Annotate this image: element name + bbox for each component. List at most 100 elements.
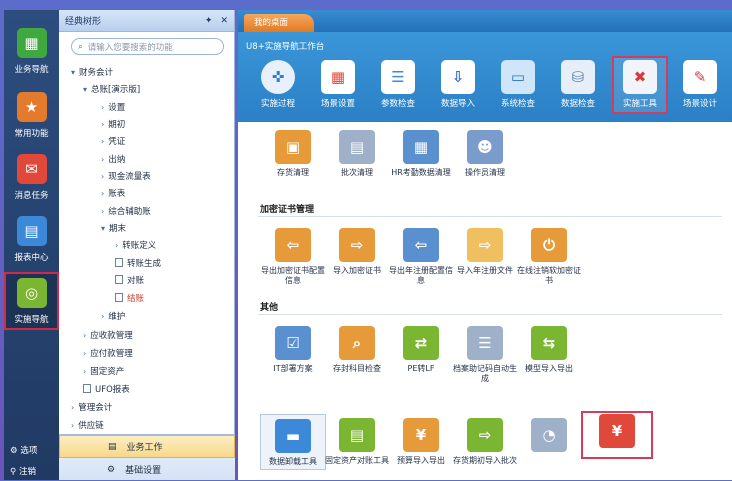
tree-node-fixed-assets[interactable]: › 固定资产 [83, 364, 124, 380]
banner-item-tools[interactable]: ✖ 实施工具 [612, 56, 668, 114]
yen-icon: ¥ [599, 414, 635, 448]
logout-button[interactable]: ⚲ 注销 [10, 465, 36, 477]
design-icon: ✎ [683, 60, 717, 94]
tab-my-desktop[interactable]: 我的桌面 [244, 14, 314, 32]
tree-node-transfer-def[interactable]: › 转账定义 [115, 238, 156, 254]
import-icon: ⇨ [339, 228, 375, 262]
nav-reports[interactable]: ▤ 报表中心 [4, 210, 59, 268]
tool-import-year-reg[interactable]: ⇨ 导入年注册文件 [452, 228, 518, 276]
convert-icon: ⇄ [403, 326, 439, 360]
document-icon: ▤ [339, 130, 375, 164]
tree-node-period-end[interactable]: ▾ 期末 [101, 221, 126, 237]
chart-icon: ◔ [531, 418, 567, 452]
tool-mnemonic[interactable]: ☰ 档案助记码自动生成 [452, 326, 518, 384]
tree-node-ufo[interactable]: UFO报表 [83, 382, 130, 398]
users-icon: ☻ [467, 130, 503, 164]
banner-item-param-check[interactable]: ☰ 参数检查 [370, 56, 426, 114]
checklist-icon: ☑ [275, 326, 311, 360]
options-label: 选项 [20, 446, 38, 456]
compass-icon: ◎ [16, 278, 47, 308]
database-icon: ⛁ [561, 60, 595, 94]
tree-header: 经典树形 ✦ ✕ [59, 10, 234, 32]
tool-budget-io[interactable]: ¥ 预算导入导出 [388, 418, 454, 466]
banner-item-process[interactable]: ✜ 实施过程 [250, 56, 306, 114]
tree-node-gl[interactable]: ▾ 总账[演示版] [83, 82, 140, 98]
tool-chart[interactable]: ◔ [516, 418, 582, 456]
folder-icon: ⇨ [467, 228, 503, 262]
tool-online-revoke[interactable]: ⏻ 在线注销软加密证书 [516, 228, 582, 286]
tool-export-year-reg[interactable]: ⇦ 导出年注册配置信息 [388, 228, 454, 286]
nav-messages[interactable]: ✉ 消息任务 [4, 148, 59, 206]
tree-node-cashflow[interactable]: › 现金流量表 [101, 169, 151, 185]
report-icon: ▤ [16, 216, 47, 246]
tree-node-close[interactable]: 结账 [115, 291, 144, 307]
tool-inventory-cleanup[interactable]: ▣ 存货清理 [260, 130, 326, 178]
business-work-button[interactable]: ▤ 业务工作 [59, 435, 235, 458]
banner-item-scene-settings[interactable]: ▦ 场景设置 [310, 56, 366, 114]
nav-reports-label: 报表中心 [14, 253, 49, 263]
tree-panel: 经典树形 ✦ ✕ ⌕ 请输入您要搜索的功能 ▾ 财务会计 ▾ 总账[演示版] › 设置… [59, 10, 293, 480]
options-button[interactable]: ⚙ 选项 [10, 444, 37, 456]
tool-import-cert[interactable]: ⇨ 导入加密证书 [324, 228, 390, 276]
main-area: 我的桌面 U8+实施导航工作台 ✜ 实施过程 ▦ 场景设置 ☰ 参数检查 ⇩ 数据导入 … [238, 10, 732, 480]
star-icon: ★ [16, 92, 47, 122]
tool-fa-reconcile[interactable]: ▤ 固定资产对账工具 [324, 418, 390, 466]
nav-business[interactable]: ▦ 业务导航 [4, 22, 59, 80]
tree-node-voucher[interactable]: › 凭证 [101, 134, 125, 150]
tree-node-accounts[interactable]: › 账表 [101, 186, 125, 202]
tool-yen-highlight[interactable]: ¥ [581, 411, 653, 459]
power-icon: ⏻ [531, 228, 567, 262]
nav-favorites[interactable]: ★ 常用功能 [4, 86, 59, 144]
tree-footer: ▤ 业务工作 ⚙ 基础设置 [59, 434, 235, 480]
tree-node-ar[interactable]: › 应收款管理 [83, 328, 133, 344]
swap-icon: ⇆ [531, 326, 567, 360]
tree-node-maintain[interactable]: › 维护 [101, 309, 125, 325]
search-input[interactable]: ⌕ 请输入您要搜索的功能 [71, 38, 224, 55]
tool-pe-to-lf[interactable]: ⇄ PE转LF [388, 326, 454, 374]
close-icon[interactable]: ✕ [220, 16, 228, 26]
watermark: 头条 @福上吉涛 [660, 468, 726, 478]
divider [258, 216, 722, 217]
tool-batch-cleanup[interactable]: ▤ 批次清理 [324, 130, 390, 178]
yen-icon: ¥ [403, 418, 439, 452]
section-cert: 加密证书管理 [260, 205, 315, 215]
tool-export-cert[interactable]: ⇦ 导出加密证书配置信息 [260, 228, 326, 286]
banner-item-system-check[interactable]: ▭ 系统检查 [490, 56, 546, 114]
tree-node-settings[interactable]: › 设置 [101, 100, 125, 116]
gear-icon: ⚙ [107, 464, 116, 475]
base-settings-button[interactable]: ⚙ 基础设置 [59, 458, 235, 481]
search-placeholder: 请输入您要搜索的功能 [87, 42, 173, 53]
banner-item-data-check[interactable]: ⛁ 数据检查 [550, 56, 606, 114]
tool-account-check[interactable]: ⌕ 存封科目检查 [324, 326, 390, 374]
left-nav-bar: ▦ 业务导航 ★ 常用功能 ✉ 消息任务 ▤ 报表中心 ◎ 实施导航 ⚙ 选项 … [4, 10, 59, 480]
tree-node-opening[interactable]: › 期初 [101, 117, 125, 133]
nav-business-label: 业务导航 [14, 65, 49, 75]
tree-node-reconcile[interactable]: 对账 [115, 273, 144, 289]
nav-implementation[interactable]: ◎ 实施导航 [4, 272, 59, 330]
export-table-icon: ⇦ [403, 228, 439, 262]
tree-node-ap[interactable]: › 应付款管理 [83, 346, 133, 362]
banner-item-scene-design[interactable]: ✎ 场景设计 [672, 56, 728, 114]
logout-label: 注销 [18, 467, 36, 477]
tree-node-mgmt[interactable]: › 管理会计 [71, 400, 112, 416]
window-background: ▦ 业务导航 ★ 常用功能 ✉ 消息任务 ▤ 报表中心 ◎ 实施导航 ⚙ 选项 … [0, 0, 732, 480]
tool-inventory-batch[interactable]: ⇨ 存货期初导入批次 [452, 418, 518, 466]
banner-item-data-import[interactable]: ⇩ 数据导入 [430, 56, 486, 114]
banner-title: U8+实施导航工作台 [246, 42, 325, 52]
tree-node-aux[interactable]: › 综合辅助账 [101, 204, 151, 220]
tool-model-io[interactable]: ⇆ 模型导入导出 [516, 326, 582, 374]
tool-data-unload[interactable]: ▬ 数据卸载工具 [260, 414, 326, 470]
tool-hr-cleanup[interactable]: ▦ HR考勤数据清理 [388, 130, 454, 178]
compass-icon: ✜ [261, 60, 295, 94]
nav-implementation-label: 实施导航 [14, 315, 49, 325]
tree-node-transfer-gen[interactable]: 转账生成 [115, 256, 161, 272]
tree-node-supply[interactable]: › 供应链 [71, 418, 104, 434]
tree-node-finance[interactable]: ▾ 财务会计 [71, 65, 113, 81]
nav-banner: U8+实施导航工作台 ✜ 实施过程 ▦ 场景设置 ☰ 参数检查 ⇩ 数据导入 ▭ 系统检查… [238, 32, 732, 122]
tool-it-deploy[interactable]: ☑ IT部署方案 [260, 326, 326, 374]
tool-operator-cleanup[interactable]: ☻ 操作员清理 [452, 130, 518, 178]
tree-node-cashier[interactable]: › 出纳 [101, 152, 125, 168]
file-import-icon: ⇩ [441, 60, 475, 94]
monitor-icon: ▭ [501, 60, 535, 94]
pin-icon[interactable]: ✦ [205, 16, 213, 26]
